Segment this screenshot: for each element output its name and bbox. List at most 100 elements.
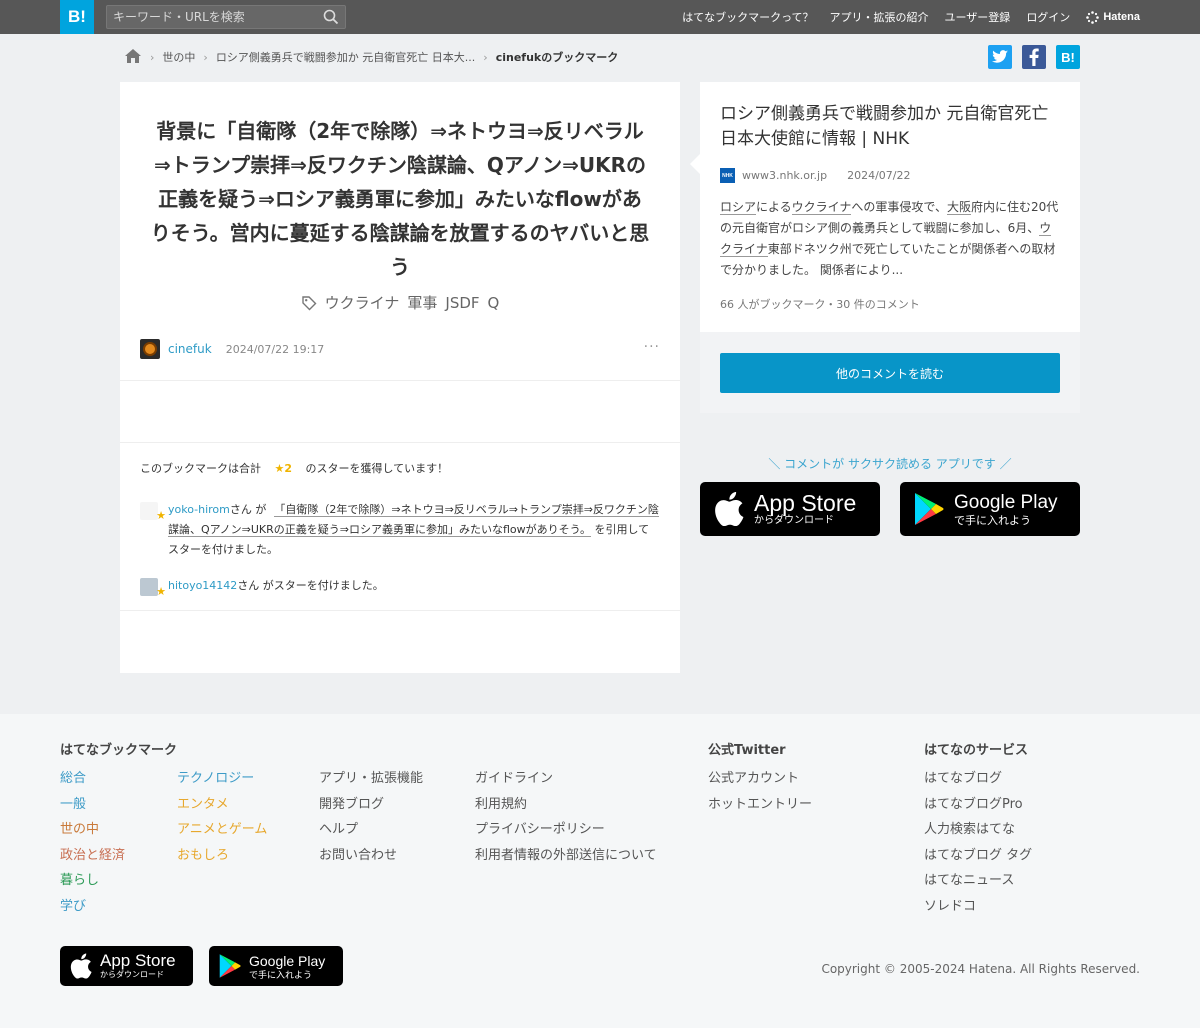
nav-about[interactable]: はてなブックマークって？	[682, 9, 813, 25]
avatar[interactable]: ★	[140, 578, 166, 598]
chevron-right-icon: ›	[483, 50, 488, 64]
star-entry: ★ yoko-hiromさん が「自衛隊（2年で除隊）⇒ネトウヨ⇒反リベラル⇒ト…	[140, 500, 660, 560]
chevron-right-icon: ›	[150, 50, 155, 64]
facebook-share-button[interactable]	[1022, 45, 1046, 69]
footer-category-link[interactable]: 総合	[60, 766, 125, 792]
summary-text: 東部ドネツク州で死亡していたことが関係者への取材で分かりました。 関係者により.…	[720, 242, 1056, 277]
footer-link[interactable]: お問い合わせ	[319, 843, 423, 869]
breadcrumb-current: cinefukのブックマーク	[495, 51, 619, 64]
footer-link[interactable]: 利用者情報の外部送信について	[475, 843, 657, 869]
home-icon[interactable]	[124, 48, 142, 67]
star-summary-suffix: のスターを獲得しています！	[305, 462, 449, 475]
footer-link[interactable]: はてなブログ タグ	[924, 843, 1032, 869]
google-play-sublabel: で手に入れよう	[249, 970, 313, 980]
tag-item[interactable]: Q	[488, 294, 500, 312]
keyword-link[interactable]: ロシア	[720, 200, 757, 215]
nav-register[interactable]: ユーザー登録	[945, 9, 1011, 25]
footer-link[interactable]: ガイドライン	[475, 766, 657, 792]
footer-link[interactable]: ヘルプ	[319, 817, 423, 843]
user-name-link[interactable]: cinefuk	[168, 342, 212, 356]
site-favicon-icon: NHK	[720, 168, 735, 183]
footer-link[interactable]: はてなブログ	[924, 766, 1032, 792]
google-play-label: Google Play	[249, 953, 326, 969]
footer-link[interactable]: 公式アカウント	[708, 766, 812, 792]
footer-category-col2: テクノロジー エンタメ アニメとゲーム おもしろ	[177, 766, 267, 868]
app-store-badge[interactable]: App Store からダウンロード	[700, 482, 880, 536]
nav-login[interactable]: ログイン	[1026, 9, 1070, 25]
google-play-icon	[219, 954, 241, 978]
star-count[interactable]: ★2	[275, 462, 293, 475]
breadcrumb-entry[interactable]: ロシア側義勇兵で戦闘参加か 元自衛官死亡 日本大...	[216, 49, 475, 65]
app-store-badge[interactable]: App Store からダウンロード	[60, 946, 193, 986]
footer-link[interactable]: はてなニュース	[924, 868, 1032, 894]
footer-link[interactable]: ソレドコ	[924, 894, 1032, 920]
footer-link[interactable]: 利用規約	[475, 792, 657, 818]
entry-title-link[interactable]: ロシア側義勇兵で戦闘参加か 元自衛官死亡 日本大使館に情報 | NHK	[720, 102, 1065, 152]
app-store-label: App Store	[754, 490, 857, 516]
tag-icon	[301, 295, 317, 310]
footer-twitter-col: 公式アカウント ホットエントリー	[708, 766, 812, 817]
summary-text: による	[756, 200, 792, 214]
star-user-link[interactable]: hitoyo14142	[168, 579, 237, 592]
footer-link[interactable]: アプリ・拡張機能	[319, 766, 423, 792]
footer-category-link[interactable]: 学び	[60, 894, 125, 920]
keyword-link[interactable]: 大阪	[946, 200, 971, 215]
avatar[interactable]	[140, 339, 160, 359]
star-user-link[interactable]: yoko-hirom	[168, 503, 230, 516]
google-play-label: Google Play	[954, 492, 1058, 513]
nav-apps[interactable]: アプリ・拡張の紹介	[830, 9, 929, 25]
footer-links-col3: アプリ・拡張機能 開発ブログ ヘルプ お問い合わせ	[319, 766, 423, 868]
app-store-label: App Store	[100, 951, 176, 970]
google-play-badge[interactable]: Google Play で手に入れよう	[900, 482, 1080, 536]
hatena-brand-text: Hatena	[1103, 11, 1140, 23]
more-options-icon[interactable]: ···	[644, 339, 660, 355]
footer-services-heading: はてなのサービス	[924, 743, 1029, 758]
footer-category-link[interactable]: アニメとゲーム	[177, 817, 267, 843]
top-nav: はてなブックマークって？ アプリ・拡張の紹介 ユーザー登録 ログイン Haten…	[682, 0, 1140, 34]
footer-category-link[interactable]: エンタメ	[177, 792, 267, 818]
google-play-badge[interactable]: Google Play で手に入れよう	[209, 946, 343, 986]
avatar[interactable]: ★	[140, 502, 166, 522]
footer-category-link[interactable]: 暮らし	[60, 868, 125, 894]
tag-item[interactable]: 軍事	[407, 292, 437, 313]
star-user-suffix: さん が	[229, 503, 267, 516]
bookmark-card: 背景に「自衛隊（2年で除隊）⇒ネトウヨ⇒反リベラル⇒トランプ崇拝⇒反ワクチン陰謀…	[120, 82, 680, 673]
breadcrumb-category[interactable]: 世の中	[162, 49, 195, 65]
hatena-bookmark-share-button[interactable]: B!	[1056, 45, 1080, 69]
tag-item[interactable]: JSDF	[445, 294, 479, 312]
footer-bookmark-heading: はてなブックマーク	[60, 743, 178, 758]
footer-link[interactable]: 開発ブログ	[319, 792, 423, 818]
entry-date: 2024/07/22	[847, 169, 911, 182]
footer-category-link[interactable]: おもしろ	[177, 843, 267, 869]
chevron-right-icon: ›	[203, 50, 208, 64]
share-buttons: B!	[988, 45, 1080, 69]
bookmark-date: 2024/07/22 19:17	[225, 342, 325, 356]
divider	[120, 380, 680, 381]
bookmark-count-link[interactable]: 66 人がブックマーク・30 件のコメント	[720, 296, 920, 312]
footer-link[interactable]: はてなブログPro	[924, 792, 1032, 818]
footer-category-link[interactable]: 一般	[60, 792, 125, 818]
footer-link[interactable]: 人力検索はてな	[924, 817, 1032, 843]
search-input[interactable]	[107, 6, 307, 28]
entry-card-footer: 他のコメントを読む	[700, 332, 1080, 413]
bookmark-comment: 背景に「自衛隊（2年で除隊）⇒ネトウヨ⇒反リベラル⇒トランプ崇拝⇒反ワクチン陰謀…	[150, 119, 650, 279]
footer-category-link[interactable]: 世の中	[60, 817, 125, 843]
tag-item[interactable]: ウクライナ	[325, 292, 400, 313]
star-entry-suffix: さん がスターを付けました。	[237, 579, 384, 592]
hatena-mark-icon	[1086, 10, 1100, 24]
footer-category-col1: 総合 一般 世の中 政治と経済 暮らし 学び	[60, 766, 125, 920]
hatena-brand-link[interactable]: Hatena	[1086, 10, 1140, 24]
twitter-share-button[interactable]	[988, 45, 1012, 69]
breadcrumb: › 世の中 › ロシア側義勇兵で戦闘参加か 元自衛官死亡 日本大... › ci…	[124, 46, 618, 68]
site-domain-link[interactable]: www3.nhk.or.jp	[742, 169, 827, 182]
star-icon: ★	[156, 509, 166, 522]
hatena-bookmark-logo[interactable]: B!	[60, 0, 94, 34]
footer-category-link[interactable]: 政治と経済	[60, 843, 125, 869]
search-icon[interactable]	[323, 9, 339, 25]
footer-link[interactable]: ホットエントリー	[708, 792, 812, 818]
footer-link[interactable]: プライバシーポリシー	[475, 817, 657, 843]
summary-text: への軍事侵攻で、	[851, 200, 947, 214]
read-other-comments-button[interactable]: 他のコメントを読む	[720, 353, 1060, 393]
footer-category-link[interactable]: テクノロジー	[177, 766, 267, 792]
keyword-link[interactable]: ウクライナ	[791, 200, 852, 215]
